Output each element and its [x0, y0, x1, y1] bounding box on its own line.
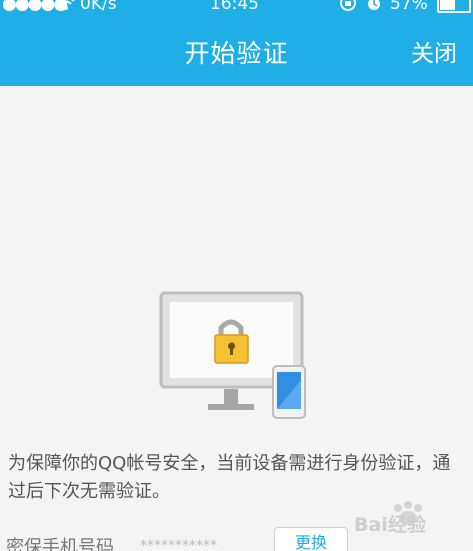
battery-fill [440, 0, 455, 10]
phone-icon [272, 365, 306, 419]
battery-icon [437, 0, 471, 13]
alarm-icon [365, 0, 383, 17]
close-button[interactable]: 关闭 [411, 34, 473, 67]
orientation-lock-icon [338, 0, 358, 17]
phone-number-field[interactable] [140, 537, 260, 551]
wifi-icon [56, 0, 76, 17]
battery-percent: 57% [390, 0, 428, 14]
verification-illustration [158, 290, 310, 420]
status-time: 16:45 [210, 0, 259, 14]
status-bar: ●●●●● 0K/s 16:45 57% [0, 0, 473, 16]
header-bar: ●●●●● 0K/s 16:45 57% 开始验证 关闭 [0, 0, 473, 86]
change-phone-button[interactable]: 更换 [274, 527, 348, 551]
network-speed: 0K/s [80, 0, 117, 14]
watermark-text: Bai经验 [354, 514, 426, 536]
watermark: Bai经验 [352, 498, 472, 544]
phone-label: 密保手机号码 [6, 537, 114, 551]
page-title: 开始验证 [184, 39, 289, 68]
